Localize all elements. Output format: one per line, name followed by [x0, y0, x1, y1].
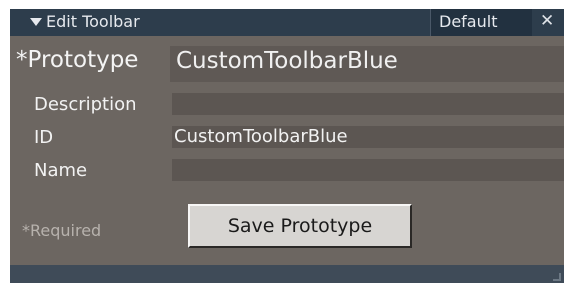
panel-title: Edit Toolbar [46, 12, 140, 31]
name-field[interactable] [172, 159, 564, 181]
description-field[interactable] [172, 93, 564, 115]
required-note: *Required [22, 221, 102, 240]
name-label: Name [34, 160, 88, 181]
prototype-field[interactable]: CustomToolbarBlue [170, 46, 564, 82]
id-label: ID [34, 127, 54, 148]
edit-toolbar-panel: Edit Toolbar Default ✕ *Prototype Custom… [10, 9, 564, 283]
prototype-label: *Prototype [16, 47, 139, 73]
close-icon[interactable]: ✕ [540, 11, 554, 31]
default-button-label: Default [439, 12, 498, 31]
collapse-triangle-down-icon[interactable] [30, 18, 42, 26]
panel-footer [10, 265, 564, 283]
default-button[interactable]: Default [430, 9, 532, 36]
resize-grip-icon[interactable] [553, 273, 561, 281]
save-prototype-label: Save Prototype [227, 215, 373, 237]
id-field[interactable]: CustomToolbarBlue [172, 126, 564, 148]
save-prototype-button[interactable]: Save Prototype [188, 204, 412, 248]
panel-titlebar[interactable]: Edit Toolbar Default ✕ [10, 9, 564, 36]
description-label: Description [34, 94, 137, 115]
